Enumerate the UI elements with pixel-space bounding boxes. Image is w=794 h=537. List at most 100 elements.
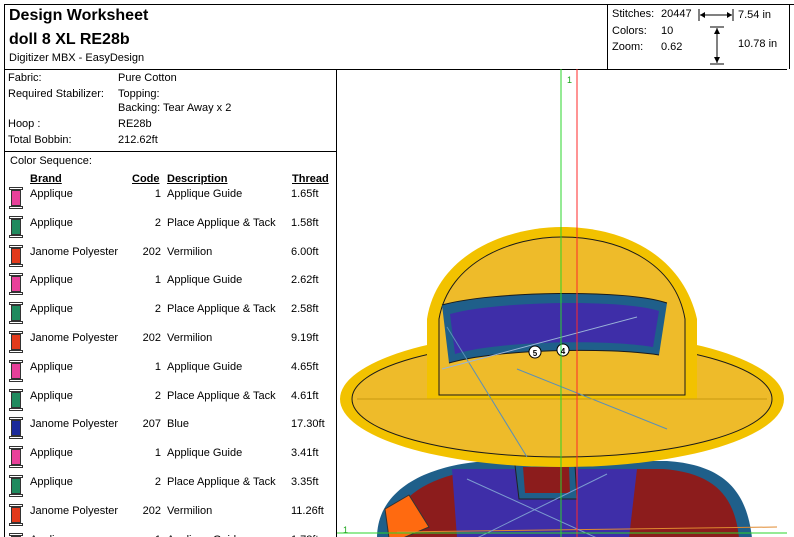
thread-length: 9.19ft xyxy=(291,332,319,344)
thread-brand: Applique xyxy=(30,274,73,287)
left-panel: Fabric: Pure Cotton Required Stabilizer:… xyxy=(5,69,337,537)
top-guide-label: 1 xyxy=(567,75,572,85)
thread-code: 202 xyxy=(142,504,161,517)
design-preview: 5 4 1 1 xyxy=(337,69,787,537)
color-sequence-row: Janome Polyester 202 Vermilion 6.00ft xyxy=(5,244,336,269)
thread-description: Blue xyxy=(167,418,190,431)
thread-brand: Janome Polyester xyxy=(30,245,119,258)
thread-spool-icon xyxy=(9,244,23,269)
bobbin-label: Total Bobbin: xyxy=(8,134,72,146)
description-header: Description xyxy=(167,173,228,185)
thread-length: 2.62ft xyxy=(291,274,319,287)
hoop-value: RE28b xyxy=(118,118,152,130)
color-sequence-row: Applique 2 Place Applique & Tack 3.35ft xyxy=(5,475,336,499)
thread-spool-icon xyxy=(9,532,23,537)
thread-length: 6.00ft xyxy=(291,245,319,258)
color-sequence-row: Applique 1 Applique Guide 1.78ft xyxy=(5,532,336,537)
brand-header: Brand xyxy=(30,173,62,185)
thread-spool-icon xyxy=(9,388,23,413)
thread-code: 1 xyxy=(154,360,161,373)
fabric-info: Fabric: Pure Cotton Required Stabilizer:… xyxy=(5,69,336,152)
thread-code: 1 xyxy=(154,274,161,287)
stitches-value: 20447 xyxy=(661,8,692,20)
design-worksheet: Design Worksheet doll 8 XL RE28b Digitiz… xyxy=(4,4,794,537)
thread-length: 1.58ft xyxy=(291,216,319,229)
color-sequence-row: Janome Polyester 202 Vermilion 9.19ft xyxy=(5,331,336,353)
stitches-label: Stitches: xyxy=(612,8,655,20)
color-sequence-row: Applique 1 Applique Guide 3.41ft xyxy=(5,446,336,469)
colors-value: 10 xyxy=(661,25,674,37)
thread-spool-icon xyxy=(9,187,23,211)
thread-code: 2 xyxy=(154,303,161,316)
design-stats: Stitches: 20447 Colors: 10 Zoom: 0.62 7.… xyxy=(607,5,790,69)
software-name: Digitizer MBX - EasyDesign xyxy=(9,52,145,64)
thread-code: 207 xyxy=(142,418,161,431)
thread-description: Vermilion xyxy=(167,245,213,258)
color-sequence-row: Applique 2 Place Applique & Tack 1.58ft xyxy=(5,215,336,240)
design-name: doll 8 XL RE28b xyxy=(9,31,130,48)
dimension-arrows-icon xyxy=(698,9,734,65)
thread-spool-icon xyxy=(9,503,23,528)
left-guide-label: 1 xyxy=(343,525,348,535)
thread-brand: Applique xyxy=(30,188,73,200)
marker-b-label: 4 xyxy=(561,347,566,356)
thread-spool-icon xyxy=(9,359,23,384)
thread-description: Applique Guide xyxy=(167,360,243,373)
fabric-label: Fabric: xyxy=(8,72,42,84)
thread-code: 2 xyxy=(154,389,161,402)
thread-header: Thread xyxy=(292,173,329,185)
thread-brand: Applique xyxy=(30,216,73,229)
thread-code: 2 xyxy=(154,476,161,488)
thread-code: 202 xyxy=(142,332,161,344)
thread-description: Applique Guide xyxy=(167,188,243,200)
thread-spool-icon xyxy=(9,417,23,441)
colors-label: Colors: xyxy=(612,25,647,37)
color-sequence-row: Janome Polyester 207 Blue 17.30ft xyxy=(5,417,336,441)
thread-length: 4.61ft xyxy=(291,389,319,402)
thread-spool-icon xyxy=(9,215,23,240)
fabric-value: Pure Cotton xyxy=(118,72,177,84)
color-sequence-row: Applique 1 Applique Guide 4.65ft xyxy=(5,359,336,384)
thread-spool-icon xyxy=(9,302,23,326)
thread-length: 4.65ft xyxy=(291,360,319,373)
thread-length: 3.35ft xyxy=(291,476,319,488)
thread-spool-icon xyxy=(9,475,23,499)
bobbin-value: 212.62ft xyxy=(118,134,158,146)
thread-length: 1.65ft xyxy=(291,188,319,200)
thread-brand: Applique xyxy=(30,303,73,316)
thread-code: 202 xyxy=(142,245,161,258)
thread-length: 2.58ft xyxy=(291,303,319,316)
thread-spool-icon xyxy=(9,273,23,297)
thread-length: 11.26ft xyxy=(291,504,324,517)
thread-description: Place Applique & Tack xyxy=(167,476,276,488)
thread-brand: Applique xyxy=(30,360,73,373)
thread-brand: Janome Polyester xyxy=(30,504,119,517)
topping-value: Topping: xyxy=(118,88,160,100)
zoom-label: Zoom: xyxy=(612,41,644,53)
backing-value: Backing: Tear Away x 2 xyxy=(118,102,232,114)
hoop-label: Hoop : xyxy=(8,118,41,130)
thread-brand: Applique xyxy=(30,534,73,537)
color-sequence-row: Janome Polyester 202 Vermilion 11.26ft xyxy=(5,503,336,528)
color-sequence-row: Applique 2 Place Applique & Tack 2.58ft xyxy=(5,302,336,326)
thread-code: 1 xyxy=(154,188,161,200)
thread-description: Place Applique & Tack xyxy=(167,389,276,402)
marker-a-label: 5 xyxy=(533,349,538,358)
design-height: 10.78 in xyxy=(738,38,778,50)
thread-code: 2 xyxy=(154,216,161,229)
thread-brand: Applique xyxy=(30,476,73,488)
color-sequence-row: Applique 1 Applique Guide 2.62ft xyxy=(5,273,336,297)
thread-brand: Janome Polyester xyxy=(30,332,119,344)
thread-description: Vermilion xyxy=(167,332,213,344)
color-sequence-row: Applique 1 Applique Guide 1.65ft xyxy=(5,187,336,211)
color-sequence-row: Applique 2 Place Applique & Tack 4.61ft xyxy=(5,388,336,413)
thread-description: Place Applique & Tack xyxy=(167,216,276,229)
thread-length: 17.30ft xyxy=(291,418,325,431)
color-sequence-title: Color Sequence: xyxy=(10,155,92,167)
worksheet-title: Design Worksheet xyxy=(9,7,149,24)
thread-description: Applique Guide xyxy=(167,274,243,287)
thread-code: 1 xyxy=(131,534,161,537)
thread-description: Place Applique & Tack xyxy=(167,303,276,316)
stabilizer-label: Required Stabilizer: xyxy=(8,88,104,100)
thread-brand: Applique xyxy=(30,389,73,402)
